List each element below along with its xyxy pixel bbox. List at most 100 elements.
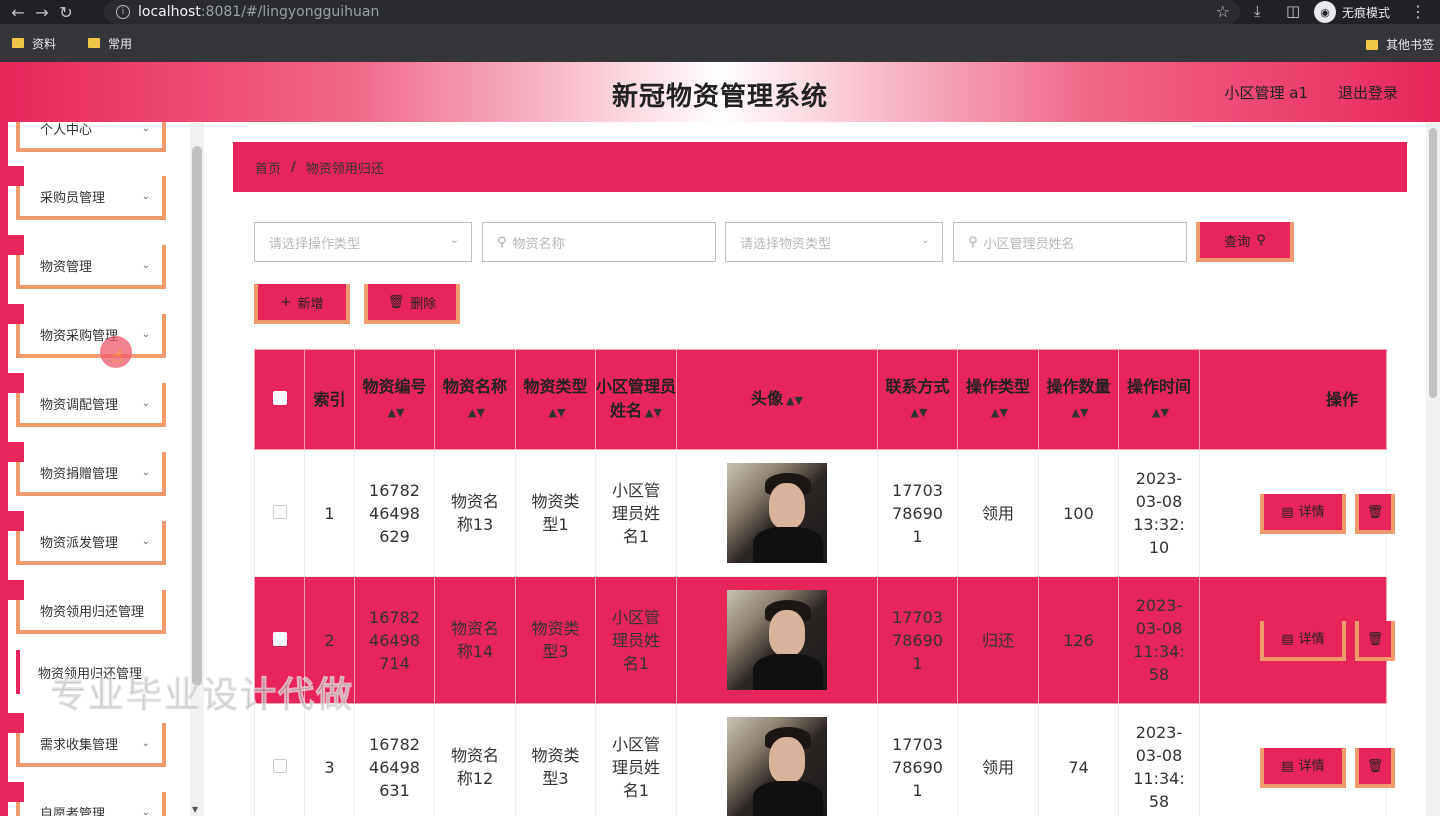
- row-checkbox[interactable]: [272, 504, 287, 519]
- sidebar-item-demand[interactable]: 需求收集管理 ⌄: [4, 713, 166, 767]
- sidebar-item-distribution[interactable]: 物资派发管理 ⌄: [4, 511, 166, 565]
- cell-code: 1678246498629: [354, 449, 435, 577]
- sidebar-item-purchase[interactable]: 物资采购管理 ⌄: [4, 304, 166, 358]
- sidebar-item-purchaser[interactable]: 采购员管理 ⌄: [4, 166, 166, 220]
- col-op-type[interactable]: 操作类型 ▲▼: [957, 349, 1039, 450]
- document-icon: ▤: [1281, 504, 1294, 520]
- download-icon[interactable]: ⤓: [1254, 2, 1261, 20]
- sort-icon[interactable]: ▲▼: [388, 406, 405, 419]
- sort-icon[interactable]: ▲▼: [1152, 406, 1169, 419]
- col-manager[interactable]: 小区管理员姓名 ▲▼: [595, 349, 677, 450]
- row-checkbox[interactable]: [272, 631, 287, 646]
- bookmark-folder-2[interactable]: 常用: [88, 35, 132, 52]
- url-path: :8081/#/lingyongguihuan: [200, 4, 380, 20]
- bookmarks-bar: 资料 常用 其他书签: [0, 24, 1440, 62]
- sidebar-item-label: 个人中心: [40, 122, 93, 138]
- material-name-input[interactable]: ⚲ 物资名称: [482, 222, 716, 262]
- watermark-text: 专业毕业设计代做: [49, 675, 355, 717]
- trash-icon: 🗑: [387, 294, 405, 310]
- query-button[interactable]: 查询 ⚲: [1196, 222, 1294, 262]
- sort-icon[interactable]: ▲▼: [468, 406, 485, 419]
- row-delete-button[interactable]: 🗑: [1355, 494, 1395, 534]
- col-avatar[interactable]: 头像 ▲▼: [676, 349, 878, 450]
- detail-label: 详情: [1298, 631, 1325, 647]
- sidepanel-icon[interactable]: ◫: [1286, 2, 1300, 20]
- sort-icon[interactable]: ▲▼: [786, 394, 803, 407]
- detail-button[interactable]: ▤ 详情: [1260, 748, 1346, 788]
- cell-code: 1678246498714: [354, 576, 435, 704]
- detail-button[interactable]: ▤ 详情: [1260, 621, 1346, 661]
- sidebar-item-volunteer[interactable]: 自愿者管理 ⌄: [4, 782, 166, 816]
- scroll-down-icon[interactable]: ▼: [192, 805, 198, 814]
- table-row[interactable]: 3 1678246498631 物资名称12 物资类型3 小区管理员姓名1 17…: [254, 703, 1395, 816]
- sidebar-item-borrow-return[interactable]: 物资领用归还管理: [4, 580, 166, 634]
- row-delete-button[interactable]: 🗑: [1355, 748, 1395, 788]
- operation-type-select[interactable]: 请选择操作类型 ⌄: [254, 222, 472, 262]
- col-quantity[interactable]: 操作数量 ▲▼: [1038, 349, 1119, 450]
- select-all-checkbox[interactable]: [272, 390, 287, 405]
- material-type-select[interactable]: 请选择物资类型 ⌄: [725, 222, 943, 262]
- browser-menu-icon[interactable]: ⋮: [1410, 2, 1426, 21]
- other-bookmarks[interactable]: 其他书签: [1365, 36, 1434, 53]
- cell-avatar: [676, 576, 878, 704]
- row-delete-button[interactable]: 🗑: [1355, 621, 1395, 661]
- col-type[interactable]: 物资类型 ▲▼: [515, 349, 596, 450]
- add-button[interactable]: + 新增: [254, 284, 350, 324]
- avatar-image[interactable]: [727, 463, 827, 563]
- cell-code: 1678246498631: [354, 703, 435, 816]
- chevron-down-icon: ⌄: [141, 190, 150, 202]
- row-select-cell[interactable]: [254, 703, 305, 816]
- chevron-down-icon: ⌄: [141, 397, 150, 409]
- site-info-icon[interactable]: i: [116, 5, 130, 19]
- avatar-image[interactable]: [727, 590, 827, 690]
- cell-op-type: 领用: [957, 703, 1039, 816]
- incognito-indicator[interactable]: ◉ 无痕模式: [1314, 1, 1390, 23]
- sidebar-scroll-thumb[interactable]: [192, 146, 202, 686]
- row-checkbox[interactable]: [272, 758, 287, 773]
- bookmark-star-icon[interactable]: ☆: [1216, 2, 1230, 21]
- col-name[interactable]: 物资名称 ▲▼: [434, 349, 516, 450]
- col-time[interactable]: 操作时间 ▲▼: [1118, 349, 1200, 450]
- sidebar-item-label: 物资捐赠管理: [40, 466, 119, 482]
- add-label: 新增: [297, 296, 324, 312]
- col-phone[interactable]: 联系方式 ▲▼: [877, 349, 958, 450]
- delete-button[interactable]: 🗑 删除: [364, 284, 460, 324]
- sidebar-item-materials[interactable]: 物资管理 ⌄: [4, 235, 166, 289]
- page-scroll-thumb[interactable]: [1429, 128, 1437, 398]
- forward-icon[interactable]: →: [30, 0, 54, 24]
- cell-phone: 17703786901: [877, 703, 958, 816]
- header-label: 头像: [751, 388, 784, 408]
- cell-ops: ▤ 详情 🗑: [1199, 703, 1395, 816]
- page-scrollbar[interactable]: [1426, 122, 1440, 816]
- address-bar[interactable]: i localhost:8081/#/lingyongguihuan ☆: [104, 0, 1240, 24]
- sort-icon[interactable]: ▲▼: [645, 406, 662, 419]
- cell-manager: 小区管理员姓名1: [595, 576, 677, 704]
- cell-type: 物资类型3: [515, 703, 596, 816]
- breadcrumb-home[interactable]: 首页: [255, 158, 281, 177]
- sort-icon[interactable]: ▲▼: [991, 406, 1008, 419]
- row-select-cell[interactable]: [254, 449, 305, 577]
- detail-button[interactable]: ▤ 详情: [1260, 494, 1346, 534]
- sort-icon[interactable]: ▲▼: [549, 406, 566, 419]
- table-row[interactable]: 1 1678246498629 物资名称13 物资类型1 小区管理员姓名1 17…: [254, 449, 1395, 577]
- chevron-down-icon: ⌄: [920, 233, 930, 246]
- sort-icon[interactable]: ▲▼: [911, 406, 928, 419]
- manager-name-input[interactable]: ⚲ 小区管理员姓名: [953, 222, 1187, 262]
- sidebar-item-personal-center[interactable]: 个人中心 ⌄: [16, 122, 166, 152]
- header-label: 小区管理员姓名: [596, 376, 677, 420]
- col-code[interactable]: 物资编号 ▲▼: [354, 349, 435, 450]
- main-content: 首页 / 物资领用归还 请选择操作类型 ⌄ ⚲ 物资名称 请选择物资类型 ⌄ ⚲…: [204, 122, 1426, 816]
- bookmark-folder-1[interactable]: 资料: [12, 35, 56, 52]
- sidebar-tab-marker: [4, 166, 24, 186]
- cell-name: 物资名称12: [434, 703, 516, 816]
- table-row[interactable]: 2 1678246498714 物资名称14 物资类型3 小区管理员姓名1 17…: [254, 576, 1395, 704]
- sidebar-item-allocation[interactable]: 物资调配管理 ⌄: [4, 373, 166, 427]
- select-all-cell[interactable]: [254, 349, 305, 450]
- reload-icon[interactable]: ↻: [54, 0, 78, 24]
- logout-link[interactable]: 退出登录: [1338, 82, 1398, 103]
- sidebar-item-donation[interactable]: 物资捐赠管理 ⌄: [4, 442, 166, 496]
- detail-label: 详情: [1298, 504, 1325, 520]
- avatar-image[interactable]: [727, 717, 827, 816]
- back-icon[interactable]: ←: [6, 0, 30, 24]
- sort-icon[interactable]: ▲▼: [1072, 406, 1089, 419]
